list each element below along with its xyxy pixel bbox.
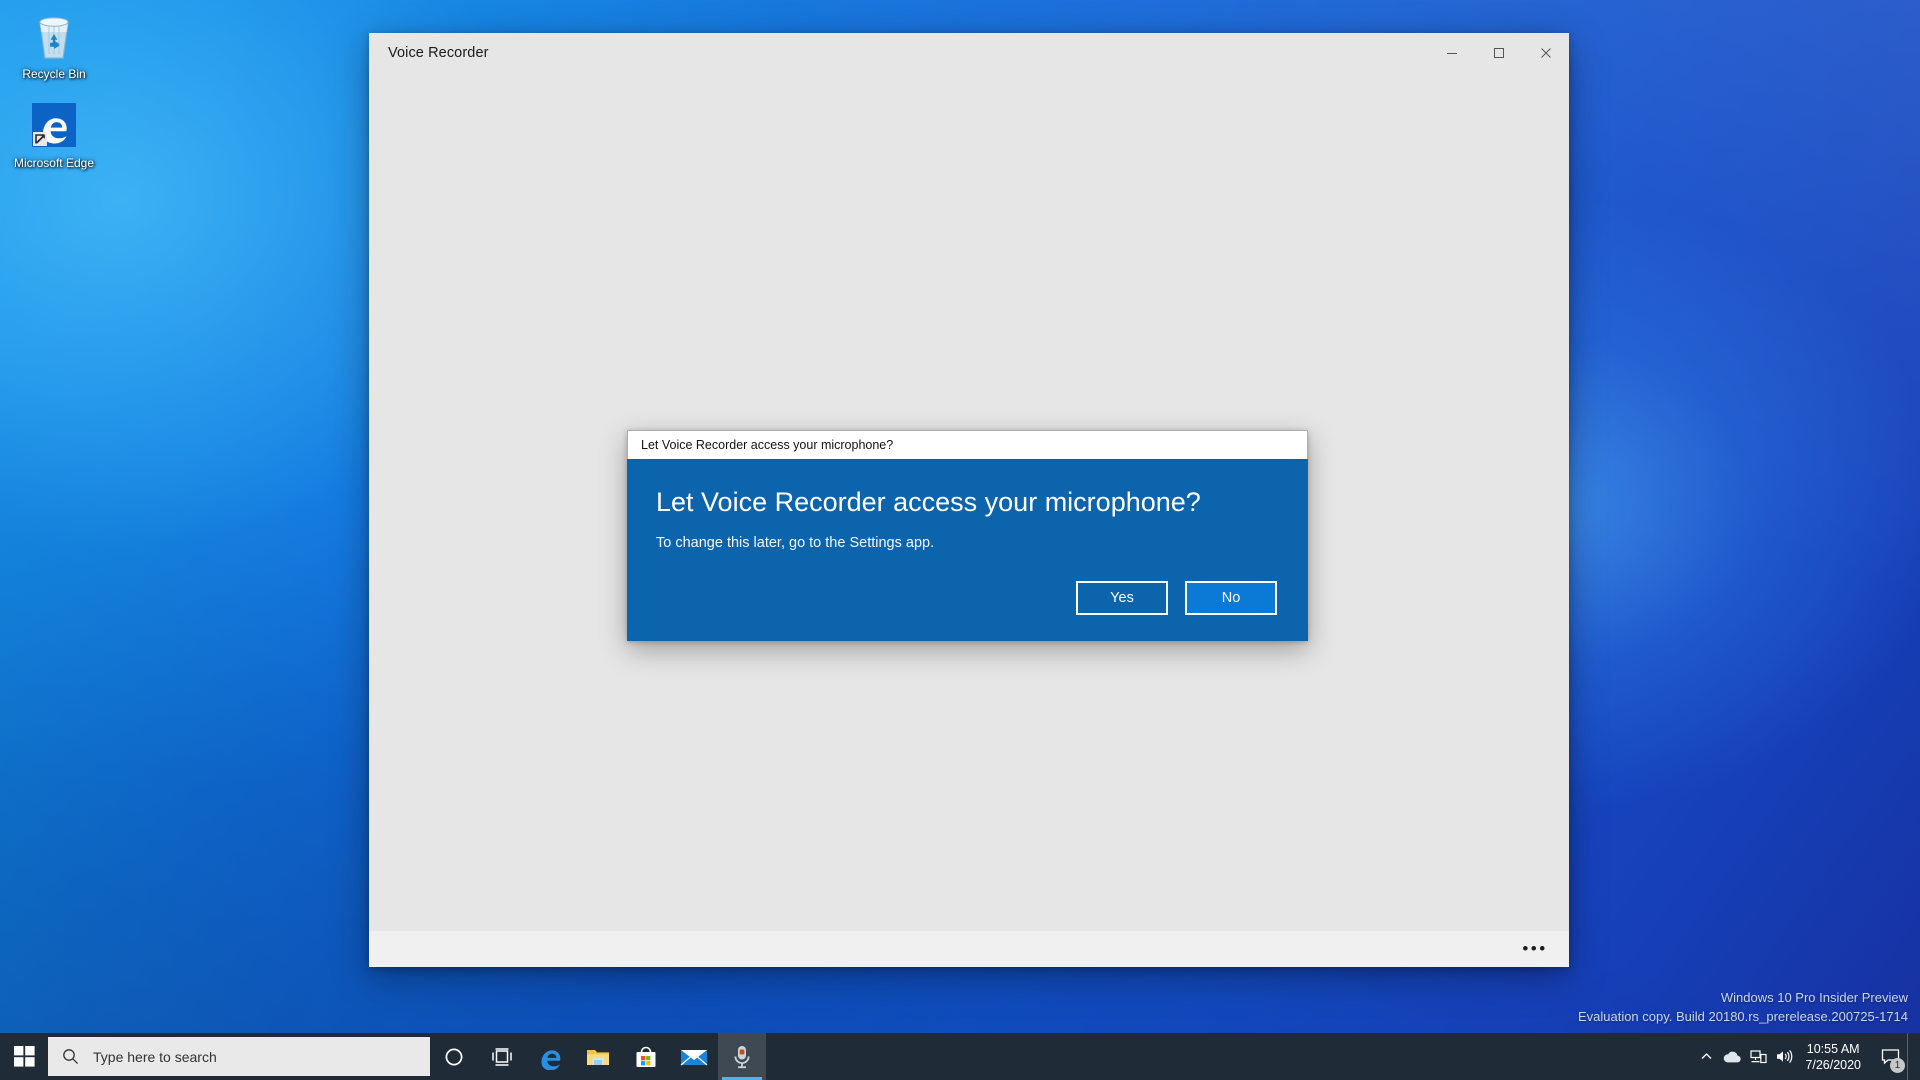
- taskbar-item-cortana[interactable]: [430, 1033, 478, 1080]
- minimize-button[interactable]: [1428, 33, 1475, 73]
- maximize-icon: [1493, 47, 1505, 59]
- notification-badge: 1: [1890, 1058, 1905, 1073]
- mail-icon: [680, 1047, 708, 1067]
- recycle-bin-icon: [8, 12, 100, 62]
- tray-item-network[interactable]: [1745, 1033, 1771, 1080]
- clock-date: 7/26/2020: [1805, 1057, 1861, 1073]
- desktop-icon-label: Recycle Bin: [8, 67, 100, 81]
- start-button[interactable]: [0, 1033, 48, 1080]
- show-desktop-button[interactable]: [1907, 1033, 1916, 1080]
- chevron-up-icon: [1700, 1050, 1713, 1063]
- desktop-icon-list: Recycle Bin Microsoft Edge: [6, 6, 102, 184]
- search-placeholder: Type here to search: [93, 1049, 217, 1065]
- dialog-content: Let Voice Recorder access your microphon…: [627, 459, 1308, 641]
- taskbar-item-microsoft-store[interactable]: [622, 1033, 670, 1080]
- microphone-icon: [730, 1044, 754, 1070]
- network-icon: [1750, 1049, 1767, 1064]
- dialog-subtext: To change this later, go to the Settings…: [656, 533, 1277, 553]
- desktop-icon-recycle-bin[interactable]: Recycle Bin: [6, 6, 102, 87]
- volume-icon: [1775, 1049, 1793, 1064]
- file-explorer-icon: [585, 1046, 611, 1068]
- dialog-actions: Yes No: [656, 581, 1277, 615]
- cloud-icon: [1722, 1050, 1742, 1064]
- dialog-caption-bar: Let Voice Recorder access your microphon…: [627, 430, 1308, 459]
- taskbar-spacer: [766, 1033, 1693, 1080]
- action-center-button[interactable]: 1: [1873, 1033, 1907, 1080]
- close-icon: [1540, 47, 1552, 59]
- system-tray: 10:55 AM 7/26/2020 1: [1693, 1033, 1920, 1080]
- microphone-permission-dialog: Let Voice Recorder access your microphon…: [627, 430, 1308, 641]
- tray-item-volume[interactable]: [1771, 1033, 1797, 1080]
- watermark-line-2: Evaluation copy. Build 20180.rs_prerelea…: [1578, 1007, 1908, 1026]
- taskbar-search-box[interactable]: Type here to search: [48, 1037, 430, 1076]
- yes-button[interactable]: Yes: [1076, 581, 1168, 615]
- microsoft-edge-icon: [537, 1044, 563, 1070]
- cortana-icon: [444, 1047, 464, 1067]
- watermark-line-1: Windows 10 Pro Insider Preview: [1578, 988, 1908, 1007]
- app-content-area: Let Voice Recorder access your microphon…: [369, 73, 1569, 931]
- window-controls: [1428, 33, 1569, 73]
- microsoft-edge-icon: [8, 101, 100, 151]
- taskbar-clock[interactable]: 10:55 AM 7/26/2020: [1797, 1033, 1873, 1080]
- show-hidden-icons-button[interactable]: [1693, 1033, 1719, 1080]
- tray-item-onedrive[interactable]: [1719, 1033, 1745, 1080]
- more-options-button[interactable]: •••: [1515, 934, 1555, 964]
- dialog-heading: Let Voice Recorder access your microphon…: [656, 485, 1277, 519]
- desktop-screen: Recycle Bin Microsoft Edge Voice Recorde…: [0, 0, 1920, 1080]
- dialog-caption-text: Let Voice Recorder access your microphon…: [641, 438, 893, 452]
- windows-logo-icon: [14, 1046, 35, 1067]
- close-button[interactable]: [1522, 33, 1569, 73]
- window-title-bar[interactable]: Voice Recorder: [369, 33, 1569, 73]
- desktop-icon-microsoft-edge[interactable]: Microsoft Edge: [6, 95, 102, 176]
- minimize-icon: [1446, 47, 1458, 59]
- taskbar-item-mail[interactable]: [670, 1033, 718, 1080]
- windows-activation-watermark: Windows 10 Pro Insider Preview Evaluatio…: [1578, 988, 1908, 1026]
- microsoft-store-icon: [634, 1045, 658, 1069]
- taskbar-item-microsoft-edge[interactable]: [526, 1033, 574, 1080]
- clock-time: 10:55 AM: [1805, 1041, 1861, 1057]
- no-button[interactable]: No: [1185, 581, 1277, 615]
- taskbar-item-task-view[interactable]: [478, 1033, 526, 1080]
- taskbar-item-file-explorer[interactable]: [574, 1033, 622, 1080]
- task-view-icon: [491, 1047, 513, 1067]
- search-icon: [62, 1048, 79, 1065]
- window-title: Voice Recorder: [369, 33, 1428, 73]
- maximize-button[interactable]: [1475, 33, 1522, 73]
- desktop-icon-label: Microsoft Edge: [8, 156, 100, 170]
- taskbar-item-voice-recorder[interactable]: [718, 1033, 766, 1080]
- app-command-bar: •••: [369, 931, 1569, 967]
- taskbar: Type here to search: [0, 1033, 1920, 1080]
- voice-recorder-window: Voice Recorder: [369, 33, 1569, 967]
